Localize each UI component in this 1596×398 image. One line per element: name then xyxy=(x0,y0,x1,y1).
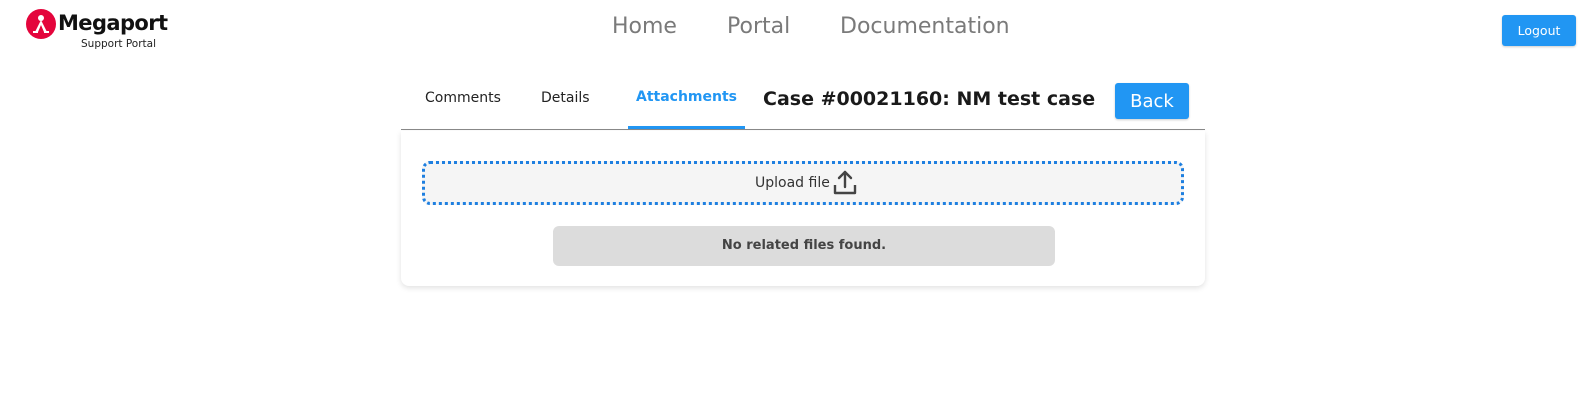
brand-name: Megaport xyxy=(58,11,168,35)
case-title: Case #00021160: NM test case xyxy=(763,88,1096,110)
upload-icon xyxy=(833,170,857,195)
tab-attachments[interactable]: Attachments xyxy=(628,89,746,129)
brand-subtitle: Support Portal xyxy=(81,38,157,50)
back-button[interactable]: Back xyxy=(1115,83,1189,119)
nav-home-link[interactable]: Home xyxy=(612,14,677,39)
megaport-logo[interactable]: Megaport Support Portal xyxy=(26,9,168,53)
top-bar: Megaport Support Portal Home Portal Docu… xyxy=(0,0,1596,62)
upload-file-label: Upload file xyxy=(755,175,830,191)
nav-portal-link[interactable]: Portal xyxy=(727,14,790,39)
case-header: Comments Details Attachments Case #00021… xyxy=(401,78,1205,130)
nav-documentation-link[interactable]: Documentation xyxy=(840,14,1010,39)
tab-details[interactable]: Details xyxy=(541,90,590,106)
upload-file-dropzone[interactable]: Upload file xyxy=(422,161,1184,205)
tab-comments[interactable]: Comments xyxy=(425,90,501,106)
logout-button[interactable]: Logout xyxy=(1502,15,1576,46)
no-files-message: No related files found. xyxy=(553,226,1055,266)
attachments-panel: Upload file No related files found. xyxy=(401,131,1205,286)
megaport-logo-icon xyxy=(26,9,56,39)
